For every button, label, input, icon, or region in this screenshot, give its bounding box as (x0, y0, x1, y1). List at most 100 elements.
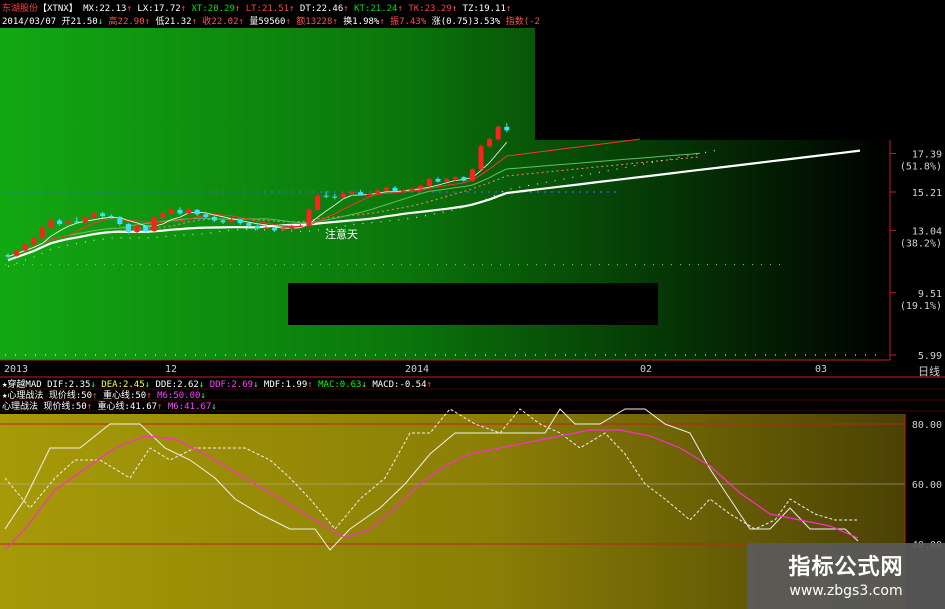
ohlc-arrow-6: ↑ (379, 17, 390, 27)
ma-value-6: TK:23.29 (408, 4, 451, 14)
ohlc-arrow-0: ↓ (98, 17, 109, 27)
candle-body (74, 221, 80, 223)
candle-body (194, 209, 200, 215)
ohlc-value-8: 涨(0.75)3.53% (432, 16, 501, 27)
candle-body (186, 209, 192, 214)
candle-body (289, 226, 295, 229)
watermark-title: 指标公式网 (788, 555, 904, 580)
indicator-arrow-0-1: ↓ (145, 380, 156, 390)
candle-body (177, 209, 183, 214)
ma-value-3: LT:21.51 (246, 4, 289, 14)
mask-top-right (535, 0, 945, 140)
candle-body (220, 220, 226, 223)
ma-arrow-4: ↑ (343, 4, 354, 14)
candle-body (418, 185, 424, 189)
candle-body (134, 225, 140, 232)
indicator-arrow-1-0: ↑ (92, 391, 103, 401)
candle-body (444, 178, 450, 182)
ma-arrow-0: ↑ (126, 4, 137, 14)
candle-body (65, 221, 71, 225)
indicator-arrow-0-6: ↑ (427, 380, 432, 390)
ohlc-value-6: 换1.98% (343, 15, 380, 27)
candle-body (383, 187, 389, 191)
ma-arrow-5: ↑ (397, 4, 408, 14)
indicator-row-0: ★穿越MAD DIF:2.35↓ DEA:2.45↓ DDE:2.62↓ DDF… (2, 378, 432, 390)
ohlc-arrow-2: ↑ (192, 17, 203, 27)
candle-body (14, 250, 20, 256)
candle-body (143, 225, 149, 232)
candle-body (349, 192, 355, 194)
candle-body (323, 195, 329, 197)
ohlc-arrow-4: ↑ (285, 17, 296, 27)
candle-body (91, 213, 97, 218)
header-ohlc-line: 2014/03/07 开21.50↓ 高22.90↑ 低21.32↑ 收22.0… (2, 15, 540, 27)
ohlc-value-0: 开21.50 (62, 16, 98, 27)
indicator-value-0-1: DEA:2.45 (101, 380, 144, 390)
time-tick-label: 12 (165, 364, 177, 375)
indicator-arrow-2-1: ↑ (157, 402, 168, 412)
candle-body (263, 227, 269, 229)
candle-body (5, 254, 11, 257)
candle-body (39, 227, 45, 239)
candle-body (340, 193, 346, 198)
candle-body (22, 244, 28, 251)
candle-body (31, 238, 37, 245)
candle-body (478, 146, 484, 170)
candle-body (452, 177, 458, 179)
chart-stage: 东湖股份【XTNX】 MX:22.13↑ LX:17.72↑ XT:20.29↑… (0, 0, 945, 609)
candle-body (461, 177, 467, 181)
candle-body (487, 139, 493, 147)
indicator-value-1-2: M6:50.00 (157, 391, 200, 401)
watermark-url: www.zbgs3.com (789, 583, 903, 599)
ma-arrow-7: ↑ (506, 4, 511, 14)
price-axis-panel (890, 140, 945, 365)
indicator-value-2-0: 现价线:50 (43, 400, 86, 412)
indicator-arrow-0-0: ↓ (90, 380, 101, 390)
candle-body (297, 225, 303, 227)
price-tick-pct: (51.8%) (900, 161, 942, 172)
stock-name: 东湖股份 (2, 2, 38, 14)
time-tick-label: 03 (815, 364, 827, 375)
indicator-arrow-1-2: ↓ (200, 391, 205, 401)
ohlc-arrow-3: ↑ (239, 17, 250, 27)
price-tick-label: 15.21 (912, 188, 942, 199)
time-axis-panel (0, 360, 945, 378)
ma-value-7: TZ:19.11 (463, 4, 506, 14)
indicator-value-2-2: M6:41.67 (168, 402, 211, 412)
time-tick-label: 2013 (4, 364, 28, 375)
ohlc-value-1: 高22.90 (109, 15, 145, 27)
indicator-value-0-6: MACD:-0.54 (372, 380, 426, 390)
candle-body (504, 126, 510, 131)
header-quote-line: 东湖股份【XTNX】 MX:22.13↑ LX:17.72↑ XT:20.29↑… (2, 2, 511, 14)
ohlc-value-5: 额13228 (296, 15, 332, 27)
indicator-name-0: ★穿越MAD (2, 378, 47, 390)
candle-body (203, 214, 209, 217)
candle-body (82, 217, 88, 223)
ohlc-value-9: 指数(-2 (506, 15, 540, 27)
ma-arrow-3: ↑ (289, 4, 300, 14)
indicator-arrow-0-5: ↓ (361, 380, 372, 390)
indicator-value-0-2: DDE:2.62 (156, 380, 199, 390)
indicator-arrow-2-0: ↑ (87, 402, 98, 412)
candle-body (409, 188, 415, 191)
ma-arrow-1: ↑ (181, 4, 192, 14)
candle-body (229, 219, 235, 223)
indicator-value-0-3: DDF:2.69 (210, 380, 253, 390)
ma-value-5: KT:21.24 (354, 4, 397, 14)
candle-body (392, 187, 398, 192)
candle-body (469, 169, 475, 181)
indicator-arrow-1-1: ↑ (146, 391, 157, 401)
price-tick-pct: (38.2%) (900, 238, 942, 249)
candle-body (151, 217, 157, 232)
ma-arrow-2: ↑ (235, 4, 246, 14)
candle-body (401, 190, 407, 192)
indicator-tick-label: 80.00 (912, 420, 942, 431)
candle-body (426, 178, 432, 186)
candle-body (280, 228, 286, 231)
indicator-arrow-0-2: ↓ (199, 380, 210, 390)
indicator-tick-label: 60.00 (912, 480, 942, 491)
candle-body (211, 216, 217, 221)
quote-date: 2014/03/07 (2, 17, 62, 27)
price-tick-label: 13.04 (912, 226, 942, 237)
indicator-value-1-1: 重心线:50 (103, 389, 146, 401)
